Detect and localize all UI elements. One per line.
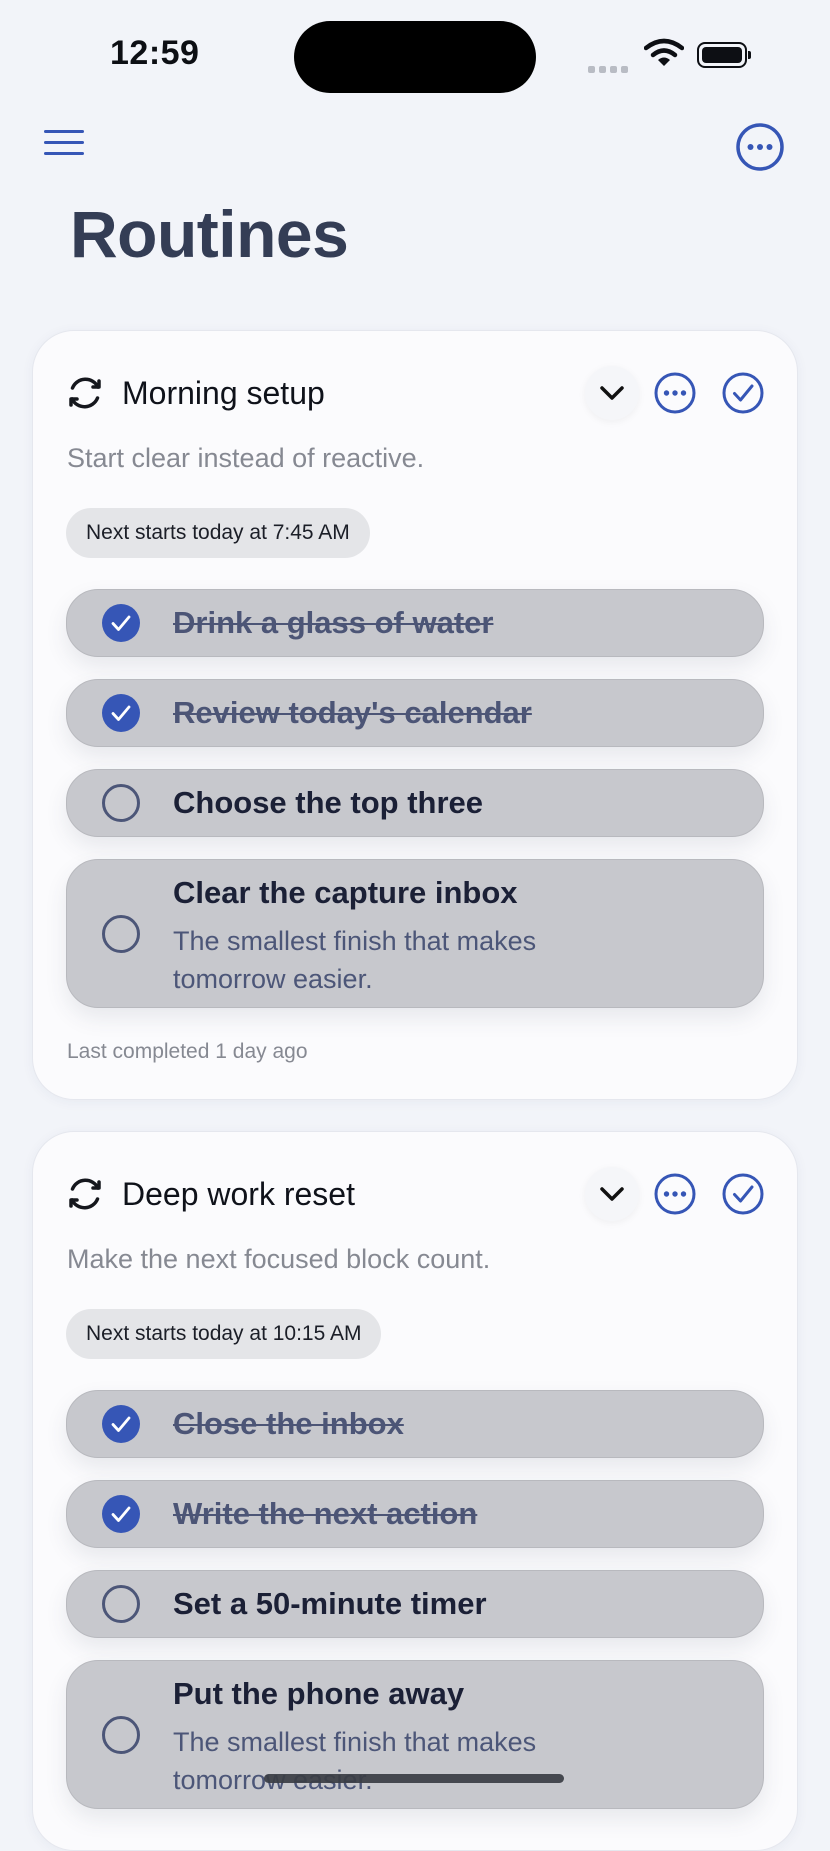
page-title: Routines: [70, 197, 349, 271]
step-label: Write the next action: [173, 1496, 478, 1531]
more-options-button[interactable]: [735, 122, 785, 172]
routine-step[interactable]: Set a 50-minute timer: [66, 1570, 764, 1638]
dynamic-island: [294, 21, 536, 93]
routine-step[interactable]: Clear the capture inbox The smallest fin…: [66, 859, 764, 1008]
routine-step[interactable]: Close the inbox: [66, 1390, 764, 1458]
routine-title: Morning setup: [122, 375, 325, 411]
chevron-down-icon: [600, 386, 624, 400]
routine-subtitle: Start clear instead of reactive.: [67, 443, 425, 473]
step-label: Drink a glass of water: [173, 605, 494, 640]
last-completed-text: Last completed 1 day ago: [67, 1040, 308, 1063]
step-label: Choose the top three: [173, 785, 484, 820]
status-time: 12:59: [110, 34, 200, 72]
routine-header: Morning setup: [33, 363, 797, 423]
repeat-icon: [69, 377, 101, 409]
collapse-button[interactable]: [585, 1167, 639, 1221]
routine-step[interactable]: Choose the top three: [66, 769, 764, 837]
complete-routine-button[interactable]: [721, 1172, 765, 1216]
routine-more-button[interactable]: [653, 371, 697, 415]
routine-step[interactable]: Drink a glass of water: [66, 589, 764, 657]
routine-subtitle: Make the next focused block count.: [67, 1244, 491, 1274]
step-note: The smallest finish that makes tomorrow …: [173, 922, 613, 998]
status-bar: 12:59: [0, 0, 830, 100]
step-label: Clear the capture inbox: [173, 875, 518, 910]
collapse-button[interactable]: [585, 366, 639, 420]
routine-step[interactable]: Put the phone away The smallest finish t…: [66, 1660, 764, 1809]
routine-step[interactable]: Review today's calendar: [66, 679, 764, 747]
step-label: Review today's calendar: [173, 695, 532, 730]
next-start-badge: Next starts today at 10:15 AM: [66, 1309, 382, 1359]
checked-circle-icon[interactable]: [101, 1404, 141, 1444]
routine-step[interactable]: Write the next action: [66, 1480, 764, 1548]
unchecked-circle-icon[interactable]: [101, 914, 141, 954]
step-label: Put the phone away: [173, 1676, 465, 1711]
routine-card: Deep work reset Make the next focused bl…: [32, 1131, 798, 1851]
battery-icon: [697, 42, 751, 68]
step-note-line: The smallest finish that makes: [173, 1727, 537, 1757]
routine-more-button[interactable]: [653, 1172, 697, 1216]
checked-circle-icon[interactable]: [101, 693, 141, 733]
menu-icon[interactable]: [40, 130, 88, 164]
step-note-line: tomorrow easier.: [173, 964, 373, 994]
checked-circle-icon[interactable]: [101, 1494, 141, 1534]
chevron-down-icon: [600, 1187, 624, 1201]
step-note-line: The smallest finish that makes: [173, 926, 537, 956]
wifi-icon: [644, 38, 684, 66]
step-label: Close the inbox: [173, 1406, 404, 1441]
home-indicator[interactable]: [264, 1774, 564, 1783]
cellular-signal-icon: [588, 60, 632, 78]
unchecked-circle-icon[interactable]: [101, 783, 141, 823]
routine-header: Deep work reset: [33, 1164, 797, 1224]
unchecked-circle-icon[interactable]: [101, 1584, 141, 1624]
unchecked-circle-icon[interactable]: [101, 1715, 141, 1755]
routine-card: Morning setup Start clear instead of rea…: [32, 330, 798, 1100]
routine-title: Deep work reset: [122, 1176, 355, 1212]
checked-circle-icon[interactable]: [101, 603, 141, 643]
repeat-icon: [69, 1178, 101, 1210]
step-label: Set a 50-minute timer: [173, 1586, 487, 1621]
step-note: The smallest finish that makes tomorrow …: [173, 1723, 613, 1799]
complete-routine-button[interactable]: [721, 371, 765, 415]
next-start-badge: Next starts today at 7:45 AM: [66, 508, 370, 558]
